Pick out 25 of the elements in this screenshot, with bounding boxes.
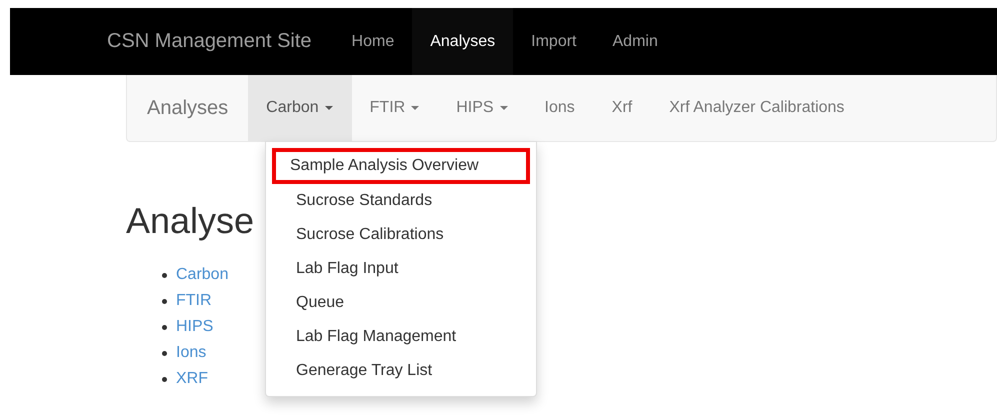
- page-heading: Analyse: [126, 200, 254, 242]
- menu-item[interactable]: Queue: [272, 286, 530, 320]
- bullet-icon: [162, 298, 167, 304]
- section-brand[interactable]: Analyses: [147, 75, 228, 141]
- menu-item[interactable]: Sucrose Standards: [272, 184, 530, 218]
- nav-tab[interactable]: Xrf: [594, 75, 652, 141]
- nav-tab[interactable]: HIPS: [438, 75, 527, 141]
- site-brand[interactable]: CSN Management Site: [107, 8, 312, 75]
- nav-link[interactable]: Home: [334, 8, 412, 75]
- nav-tab[interactable]: Ions: [526, 75, 594, 141]
- menu-item[interactable]: Sample Analysis Overview: [272, 148, 530, 184]
- bullet-icon: [162, 376, 167, 382]
- menu-item[interactable]: Sucrose Calibrations: [272, 218, 530, 252]
- nav-tab[interactable]: Carbon: [248, 75, 352, 141]
- bullet-icon: [162, 350, 167, 356]
- menu-item[interactable]: Lab Flag Management: [272, 320, 530, 354]
- menu-item[interactable]: Lab Flag Input: [272, 252, 530, 286]
- menu-item[interactable]: Generage Tray List: [272, 354, 530, 388]
- bullet-icon: [162, 272, 167, 278]
- nav-link[interactable]: Analyses: [412, 8, 514, 75]
- nav-link[interactable]: Admin: [594, 8, 676, 75]
- nav-link[interactable]: Import: [513, 8, 594, 75]
- nav-tab[interactable]: Xrf Analyzer Calibrations: [651, 75, 864, 141]
- nav-tab[interactable]: FTIR: [352, 75, 438, 141]
- bullet-icon: [162, 324, 167, 330]
